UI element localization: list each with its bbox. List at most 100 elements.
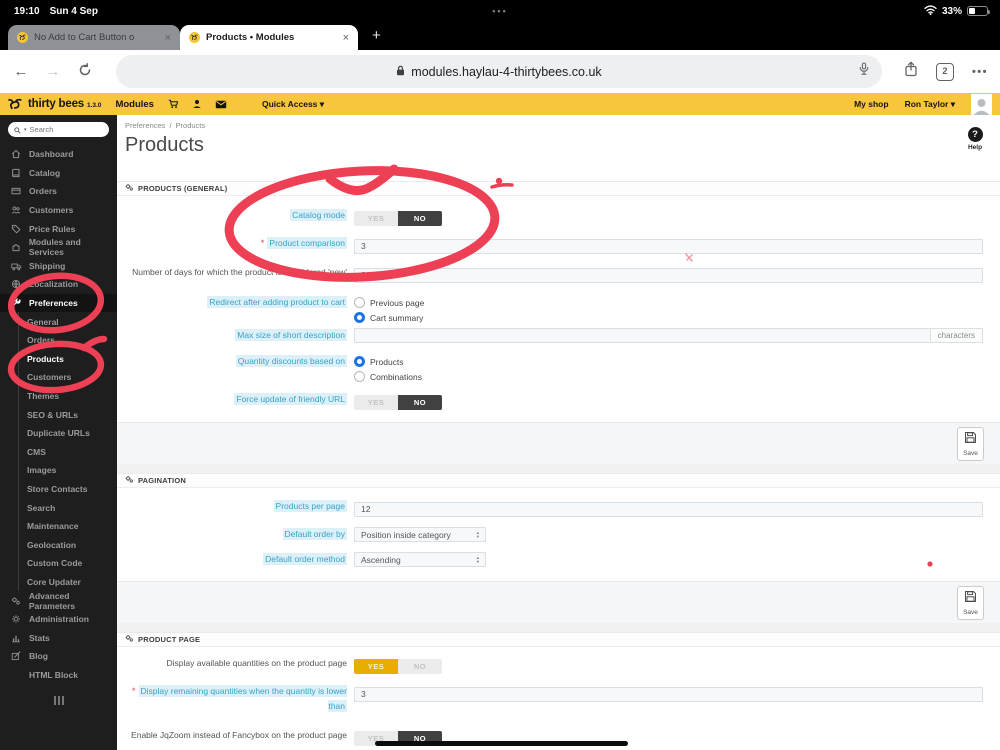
order-by-select[interactable]: Position inside category ▴ ▾	[354, 527, 486, 542]
submenu-item-search[interactable]: Search	[19, 498, 117, 517]
submenu-item-custom-code[interactable]: Custom Code	[19, 554, 117, 573]
sidebar-item-customers[interactable]: Customers	[0, 201, 117, 220]
submenu-item-cms[interactable]: CMS	[19, 443, 117, 462]
browser-menu-icon[interactable]: •••	[972, 66, 988, 78]
max-short-description-input[interactable]	[354, 328, 930, 343]
days-new-input[interactable]	[354, 267, 983, 283]
reload-icon[interactable]	[76, 62, 94, 81]
home-indicator[interactable]	[375, 741, 628, 746]
floppy-icon	[964, 590, 977, 608]
caret-down-icon: ▾	[319, 98, 325, 109]
radio-products[interactable]: Products	[354, 354, 983, 369]
sidebar-item-modules[interactable]: Modules and Services	[0, 237, 117, 257]
close-tab-icon[interactable]: ×	[165, 32, 171, 44]
sidebar-item-preferences[interactable]: Preferences	[0, 293, 117, 313]
url-field[interactable]: modules.haylau-4-thirtybees.co.uk	[116, 55, 882, 88]
save-button[interactable]: Save	[957, 426, 984, 461]
book-icon	[10, 168, 22, 178]
radio-icon[interactable]	[354, 371, 365, 382]
submenu-item-images[interactable]: Images	[19, 461, 117, 480]
browser-tab-inactive[interactable]: No Add to Cart Button o ×	[8, 25, 180, 50]
forward-icon[interactable]: →	[44, 63, 62, 80]
radio-combinations[interactable]: Combinations	[354, 369, 983, 384]
submenu-item-themes[interactable]: Themes	[19, 387, 117, 406]
submenu-item-products[interactable]: Products	[19, 350, 117, 369]
thirtybees-logo	[8, 98, 23, 110]
mail-icon[interactable]	[215, 100, 227, 109]
field-default-order-by: Default order by Position inside categor…	[125, 527, 983, 542]
sidebar-item-html-block[interactable]: HTML Block	[0, 666, 117, 685]
sidebar-collapse-handle[interactable]	[0, 696, 117, 706]
submenu-item-orders[interactable]: Orders	[19, 331, 117, 350]
globe-icon	[10, 279, 22, 289]
sidebar-search[interactable]: ▾	[8, 122, 109, 137]
friendly-url-toggle[interactable]: YES NO	[354, 395, 442, 410]
admin-top-bar: thirty bees 1.3.0 Modules Quick Access ▾ …	[0, 93, 1000, 115]
sidebar-item-stats[interactable]: Stats	[0, 628, 117, 647]
sidebar-item-advanced-parameters[interactable]: Advanced Parameters	[0, 591, 117, 611]
admin-section-label[interactable]: Modules	[115, 99, 154, 110]
pen-icon	[10, 651, 22, 661]
order-method-select[interactable]: Ascending ▴ ▾	[354, 552, 486, 567]
thirtybees-favicon-icon	[17, 32, 28, 43]
sidebar-item-orders[interactable]: Orders	[0, 182, 117, 201]
search-icon	[14, 121, 21, 139]
cart-icon[interactable]	[168, 99, 179, 109]
help-button[interactable]: ? Help	[958, 127, 992, 151]
cogs-icon	[10, 596, 22, 606]
catalog-mode-toggle[interactable]: YES NO	[354, 211, 442, 226]
panel-product-page: PRODUCT PAGE Display available quantitie…	[117, 632, 1000, 750]
brand-name: thirty bees 1.3.0	[28, 98, 102, 110]
tab-switcher-button[interactable]: 2	[935, 62, 954, 81]
products-per-page-input[interactable]	[354, 501, 983, 517]
radio-icon[interactable]	[354, 356, 365, 367]
tag-icon	[10, 224, 22, 234]
customer-icon[interactable]	[192, 99, 202, 109]
avatar[interactable]	[971, 93, 992, 115]
panel-header: PRODUCTS (GENERAL)	[117, 181, 1000, 196]
save-button[interactable]: Save	[957, 585, 984, 620]
panel-header: PAGINATION	[117, 473, 1000, 488]
cogs-icon	[125, 634, 134, 645]
user-menu[interactable]: Ron Taylor ▾	[905, 99, 955, 110]
radio-previous-page[interactable]: Previous page	[354, 295, 983, 310]
search-input[interactable]	[29, 125, 88, 134]
home-icon	[10, 149, 22, 159]
display-qty-toggle[interactable]: YES NO	[354, 659, 442, 674]
sidebar-item-catalog[interactable]: Catalog	[0, 164, 117, 183]
radio-icon[interactable]	[354, 297, 365, 308]
submenu-item-general[interactable]: General	[19, 312, 117, 331]
quick-access-menu[interactable]: Quick Access ▾	[262, 99, 324, 110]
radio-icon[interactable]	[354, 312, 365, 323]
close-tab-icon[interactable]: ×	[343, 32, 349, 44]
submenu-item-maintenance[interactable]: Maintenance	[19, 517, 117, 536]
sidebar-item-localization[interactable]: Localization	[0, 275, 117, 294]
field-days-new: Number of days for which the product is …	[125, 265, 983, 283]
sidebar-item-administration[interactable]: Administration	[0, 610, 117, 629]
submenu-item-customers[interactable]: Customers	[19, 368, 117, 387]
radio-cart-summary[interactable]: Cart summary	[354, 310, 983, 325]
submenu-item-seo-urls[interactable]: SEO & URLs	[19, 405, 117, 424]
sidebar-item-dashboard[interactable]: Dashboard	[0, 145, 117, 164]
share-icon[interactable]	[904, 61, 918, 82]
product-comparison-input[interactable]	[354, 238, 983, 254]
sidebar-item-shipping[interactable]: Shipping	[0, 257, 117, 276]
browser-tab-active[interactable]: Products • Modules ×	[180, 25, 358, 50]
new-tab-button[interactable]: +	[372, 27, 381, 44]
mic-icon[interactable]	[858, 62, 870, 81]
remaining-qty-input[interactable]	[354, 686, 983, 702]
submenu-item-duplicate-urls[interactable]: Duplicate URLs	[19, 424, 117, 443]
my-shop-link[interactable]: My shop	[854, 99, 888, 109]
sidebar-item-price-rules[interactable]: Price Rules	[0, 219, 117, 238]
required-asterisk: *	[132, 686, 136, 696]
panel-header: PRODUCT PAGE	[117, 632, 1000, 647]
back-icon[interactable]: ←	[12, 63, 30, 80]
tab-title: No Add to Cart Button o	[34, 32, 135, 43]
field-catalog-mode: Catalog mode YES NO	[125, 208, 983, 226]
submenu-item-geolocation[interactable]: Geolocation	[19, 535, 117, 554]
main-content: Preferences / Products Products ? Help PRO…	[117, 115, 1000, 750]
submenu-item-core-updater[interactable]: Core Updater	[19, 573, 117, 592]
submenu-item-store-contacts[interactable]: Store Contacts	[19, 480, 117, 499]
sidebar-item-blog[interactable]: Blog	[0, 647, 117, 666]
panel-products-general: PRODUCTS (GENERAL) Catalog mode YES NO * P…	[117, 181, 1000, 464]
